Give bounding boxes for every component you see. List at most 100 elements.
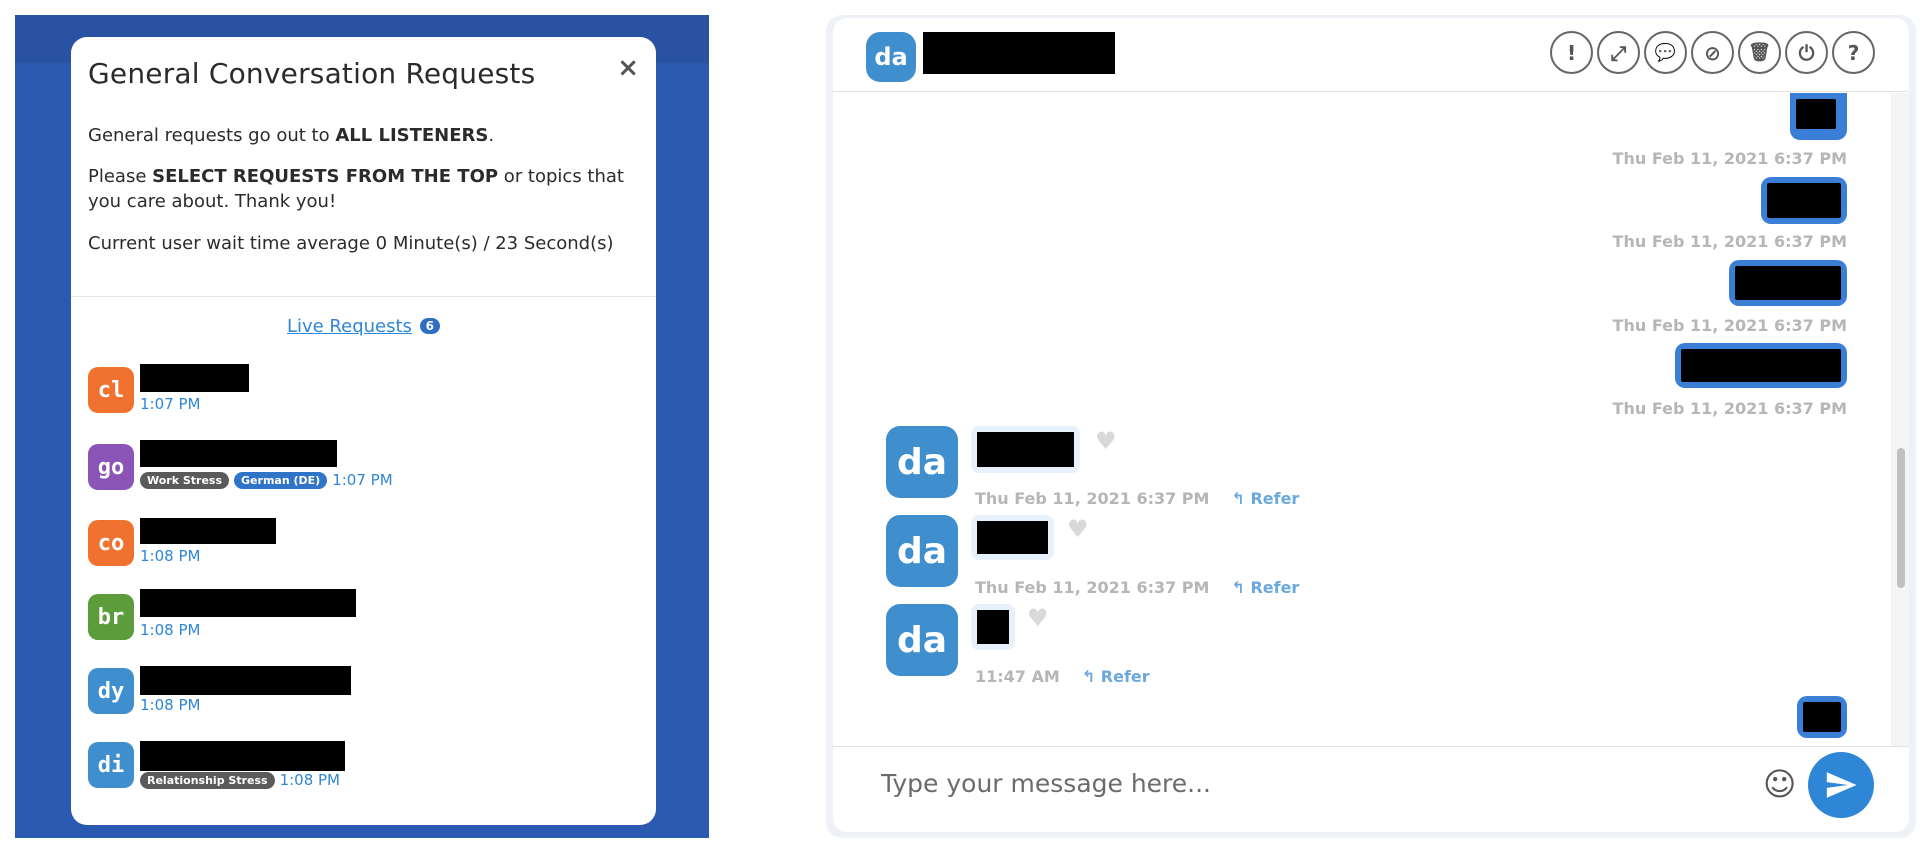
avatar: br	[88, 594, 134, 640]
incoming-message	[971, 426, 1080, 473]
avatar: co	[88, 520, 134, 566]
request-time: 1:08 PM	[140, 547, 201, 565]
message-list: Thu Feb 11, 2021 6:37 PM Thu Feb 11, 202…	[833, 93, 1891, 746]
request-item[interactable]: go Work Stress German (DE) 1:07 PM	[88, 440, 628, 492]
request-time: 1:08 PM	[279, 771, 341, 789]
request-item[interactable]: dy 1:08 PM	[88, 666, 628, 716]
report-icon[interactable]: !	[1550, 31, 1593, 74]
message-timestamp: Thu Feb 11, 2021 6:37 PM	[975, 578, 1210, 597]
request-time: 1:08 PM	[140, 621, 201, 639]
header-avatar: da	[866, 32, 916, 82]
redacted-name	[140, 364, 249, 392]
live-requests-heading: Live Requests 6	[71, 316, 656, 337]
trash-icon[interactable]: 🗑	[1738, 31, 1781, 74]
block-icon[interactable]: ⊘	[1691, 31, 1734, 74]
redacted-name	[140, 440, 337, 467]
message-timestamp: Thu Feb 11, 2021 6:37 PM	[1612, 149, 1847, 168]
refer-button[interactable]: ↰ Refer	[1082, 667, 1150, 686]
incoming-meta: 11:47 AM ↰ Refer	[975, 667, 1150, 686]
request-meta: Work Stress German (DE) 1:07 PM	[140, 471, 393, 489]
redacted-message	[977, 610, 1009, 644]
modal-body: General requests go out to ALL LISTENERS…	[88, 123, 643, 272]
outgoing-message	[1761, 177, 1847, 224]
divider	[71, 296, 656, 297]
message-scrollbar[interactable]	[1891, 93, 1909, 746]
request-meta: 1:08 PM	[140, 696, 200, 714]
incoming-avatar: da	[886, 426, 958, 498]
reply-arrow-icon: ↰	[1231, 489, 1245, 508]
requests-modal: General Conversation Requests × General …	[71, 37, 656, 825]
power-icon[interactable]: ⏻	[1785, 31, 1828, 74]
reply-arrow-icon: ↰	[1081, 667, 1096, 686]
redacted-name	[140, 589, 356, 617]
header-actions: ! ⤢ 💬 ⊘ 🗑 ⏻ ?	[1550, 31, 1875, 74]
request-item[interactable]: di Relationship Stress 1:08 PM	[88, 741, 628, 790]
redacted-message	[1803, 702, 1841, 732]
message-timestamp: Thu Feb 11, 2021 6:37 PM	[1612, 316, 1847, 335]
outgoing-message	[1797, 696, 1847, 738]
intro-text: General requests go out to ALL LISTENERS…	[88, 125, 495, 146]
scrollbar-thumb[interactable]	[1897, 448, 1905, 588]
avatar: cl	[88, 367, 134, 413]
message-composer: ☺	[833, 746, 1909, 832]
redacted-username	[923, 32, 1115, 74]
refer-button[interactable]: ↰ Refer	[1231, 578, 1299, 597]
message-timestamp: 11:47 AM	[975, 667, 1060, 686]
modal-title: General Conversation Requests	[88, 57, 536, 90]
emoji-icon[interactable]: ☺	[1763, 765, 1796, 803]
avatar: go	[88, 444, 134, 490]
chat-window: da ! ⤢ 💬 ⊘ 🗑 ⏻ ? Thu Feb 11, 2021 6:37 P…	[833, 18, 1909, 832]
redacted-message	[977, 521, 1048, 554]
request-item[interactable]: br 1:08 PM	[88, 589, 628, 642]
help-icon[interactable]: ?	[1832, 31, 1875, 74]
request-meta: 1:08 PM	[140, 621, 200, 639]
outgoing-message	[1729, 260, 1847, 306]
topic-tag: Relationship Stress	[140, 771, 275, 789]
request-time: 1:08 PM	[140, 696, 201, 714]
outgoing-message	[1675, 343, 1847, 388]
incoming-avatar: da	[886, 604, 958, 676]
message-input[interactable]	[881, 765, 1721, 801]
redacted-name	[140, 518, 276, 544]
request-item[interactable]: co 1:08 PM	[88, 518, 628, 568]
language-tag: German (DE)	[234, 471, 328, 489]
redacted-message	[1735, 266, 1841, 300]
request-time: 1:07 PM	[332, 471, 393, 489]
request-meta: Relationship Stress 1:08 PM	[140, 771, 340, 789]
close-button[interactable]: ×	[617, 55, 639, 81]
request-time: 1:07 PM	[140, 395, 201, 413]
instruction-text: Please SELECT REQUESTS FROM THE TOP or t…	[88, 166, 624, 213]
redacted-message	[977, 432, 1074, 467]
avatar: dy	[88, 668, 134, 714]
message-timestamp: Thu Feb 11, 2021 6:37 PM	[975, 489, 1210, 508]
incoming-meta: Thu Feb 11, 2021 6:37 PM ↰ Refer	[975, 578, 1299, 597]
outgoing-message	[1790, 93, 1847, 140]
incoming-message	[971, 515, 1054, 560]
heart-icon[interactable]: ♥	[1095, 427, 1117, 455]
reply-arrow-icon: ↰	[1231, 578, 1245, 597]
chat-header: da ! ⤢ 💬 ⊘ 🗑 ⏻ ?	[833, 18, 1909, 92]
incoming-avatar: da	[886, 515, 958, 587]
redacted-message	[1681, 349, 1841, 382]
heart-icon[interactable]: ♥	[1067, 515, 1089, 543]
request-meta: 1:07 PM	[140, 395, 200, 413]
chat-window-frame: da ! ⤢ 💬 ⊘ 🗑 ⏻ ? Thu Feb 11, 2021 6:37 P…	[826, 15, 1916, 838]
heart-icon[interactable]: ♥	[1027, 604, 1049, 632]
redacted-message	[1767, 183, 1841, 218]
redacted-message	[1796, 99, 1836, 129]
request-item[interactable]: cl 1:07 PM	[88, 364, 628, 415]
topic-tag: Work Stress	[140, 471, 230, 489]
send-button[interactable]	[1808, 752, 1874, 818]
incoming-meta: Thu Feb 11, 2021 6:37 PM ↰ Refer	[975, 489, 1299, 508]
live-requests-count-badge: 6	[419, 318, 441, 334]
redacted-name	[140, 741, 345, 771]
request-meta: 1:08 PM	[140, 547, 200, 565]
send-icon	[1826, 772, 1857, 798]
expand-icon[interactable]: ⤢	[1597, 31, 1640, 74]
live-requests-link[interactable]: Live Requests	[287, 316, 412, 337]
message-timestamp: Thu Feb 11, 2021 6:37 PM	[1612, 232, 1847, 251]
chat-bubbles-icon[interactable]: 💬	[1644, 31, 1687, 74]
refer-button[interactable]: ↰ Refer	[1231, 489, 1299, 508]
redacted-name	[140, 666, 351, 695]
wait-time-text: Current user wait time average 0 Minute(…	[88, 232, 614, 254]
